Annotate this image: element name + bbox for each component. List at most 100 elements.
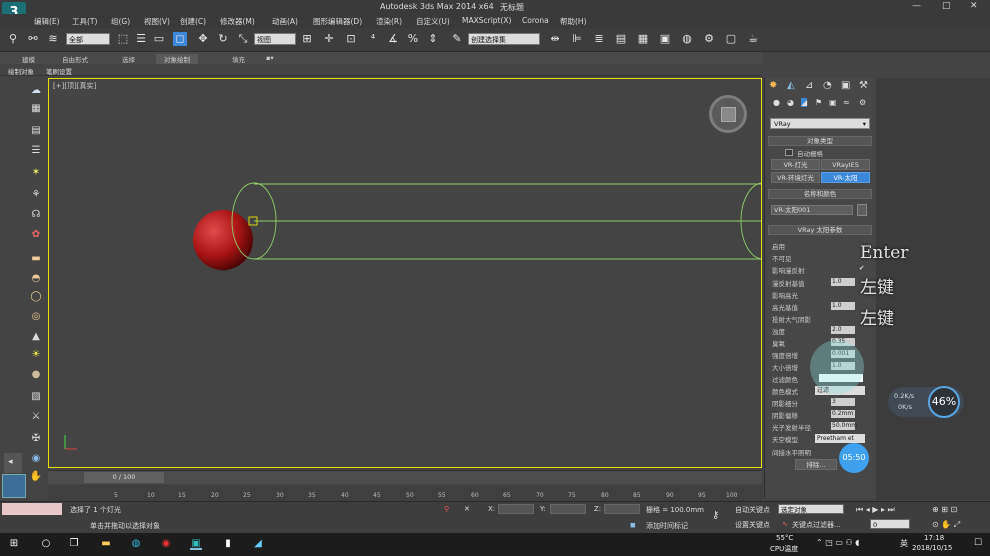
menu-animation[interactable]: 动画(A) <box>272 16 298 27</box>
unlink-icon[interactable]: ⚯ <box>26 32 40 46</box>
vr-light-button[interactable]: VR-灯光 <box>771 159 820 170</box>
shapes-icon[interactable]: ✿ <box>29 228 43 242</box>
rotate-icon[interactable]: ↻ <box>216 32 230 46</box>
ring-icon[interactable]: ◎ <box>29 310 43 324</box>
scale-icon[interactable]: ⤡ <box>236 32 250 46</box>
collapse-button[interactable]: ◂ <box>4 453 22 473</box>
ribbon-tab-populate[interactable]: 填充 <box>232 54 245 64</box>
utilities-tab-icon[interactable]: ⚒ <box>859 80 868 91</box>
menu-customize[interactable]: 自定义(U) <box>416 16 450 27</box>
ime-indicator[interactable]: 英 <box>900 538 908 549</box>
select-object-icon[interactable]: ⬚ <box>116 32 130 46</box>
time-tag-icon[interactable]: ◼ <box>630 521 636 529</box>
geometry-icon[interactable]: ● <box>773 98 780 107</box>
box-icon[interactable]: ▬ <box>29 252 43 266</box>
mirror-icon[interactable]: ⇹ <box>548 32 562 46</box>
dome-icon[interactable]: ◓ <box>29 272 43 286</box>
link-icon[interactable]: ⚲ <box>6 32 20 46</box>
diffuse-contribution-input[interactable]: 1.0 <box>831 278 855 286</box>
rect-selection-icon[interactable]: ▭ <box>152 32 166 46</box>
named-selection-icon[interactable]: ✎ <box>450 32 464 46</box>
app-icon-white[interactable]: ▮ <box>222 538 234 550</box>
bone-icon[interactable]: ⚔ <box>29 410 43 424</box>
ribbon-tab-object-paint[interactable]: 对象绘制 <box>156 54 198 64</box>
motion-tab-icon[interactable]: ◔ <box>823 80 832 91</box>
3dsmax-taskbar-icon[interactable]: ▣ <box>190 538 202 550</box>
minimize-button[interactable]: — <box>912 1 921 11</box>
display-icon[interactable]: ☁ <box>29 84 43 98</box>
systems-icon[interactable]: ⚙ <box>859 98 866 107</box>
bind-space-warp-icon[interactable]: ≋ <box>46 32 60 46</box>
close-button[interactable]: ✕ <box>970 1 978 11</box>
selected-dropdown[interactable]: 选定对象 <box>778 504 844 514</box>
menu-help[interactable]: 帮助(H) <box>560 16 587 27</box>
globe-icon[interactable]: ◉ <box>29 452 43 466</box>
ribbon-tab-selection[interactable]: 选择 <box>122 54 135 64</box>
selection-filter-dropdown[interactable]: 全部 <box>66 33 110 45</box>
tray-icons[interactable]: ⌃ ◳ ▭ ⚇ ◖ <box>816 538 859 547</box>
grid-icon[interactable]: ▧ <box>29 390 43 404</box>
render-setup-icon[interactable]: ⚙ <box>702 32 716 46</box>
star-icon[interactable]: ✶ <box>29 166 43 180</box>
sun-params-rollout-header[interactable]: VRay 太阳参数 <box>768 225 872 235</box>
hand-icon[interactable]: ✋ <box>29 470 43 484</box>
time-slider-bar[interactable]: 0 / 100 <box>48 470 762 484</box>
shadow-subdivs-input[interactable]: 3 <box>831 398 855 406</box>
angle-snap-icon[interactable]: ∡ <box>386 32 400 46</box>
z-coordinate-input[interactable] <box>604 504 640 514</box>
key-icon[interactable]: ⚷ <box>712 510 719 521</box>
viewport-top[interactable]: [+][顶][真实] <box>48 78 762 468</box>
sun-icon[interactable]: ☀ <box>29 348 43 362</box>
ribbon-tab-freeform[interactable]: 自由形式 <box>62 54 88 64</box>
snap-toggle-icon[interactable]: ⁴ <box>366 32 380 46</box>
track-bar[interactable]: 5 10 15 20 25 30 35 40 45 50 55 60 65 70… <box>48 485 762 501</box>
add-time-tag[interactable]: 添加时间标记 <box>646 521 688 531</box>
menu-edit[interactable]: 编辑(E) <box>34 16 60 27</box>
reference-coord-dropdown[interactable]: 视图 <box>254 33 296 45</box>
object-name-input[interactable]: VR-太阳001 <box>771 205 853 215</box>
viewport-nav-icons-2[interactable]: ⊙ ✋ ⤢ <box>932 520 960 530</box>
page-icon[interactable]: ▤ <box>29 124 43 138</box>
menu-maxscript[interactable]: MAXScript(X) <box>462 16 511 25</box>
shadow-bias-input[interactable]: 0.2mm <box>831 410 855 418</box>
wave-icon[interactable]: ☊ <box>29 208 43 222</box>
vr-ambient-light-button[interactable]: VR-环境灯光 <box>771 172 820 183</box>
cone-icon[interactable]: ▲ <box>29 330 43 344</box>
y-coordinate-input[interactable] <box>550 504 586 514</box>
menu-rendering[interactable]: 渲染(R) <box>376 16 402 27</box>
ribbon-tab-modeling[interactable]: 建模 <box>22 54 35 64</box>
list-icon[interactable]: ☰ <box>29 144 43 158</box>
spacewarps-icon[interactable]: ≈ <box>843 98 850 107</box>
clock-time[interactable]: 17:18 <box>924 534 944 542</box>
red-sphere[interactable] <box>193 210 253 270</box>
mini-listener-button[interactable] <box>2 474 26 498</box>
select-manipulate-icon[interactable]: ✛ <box>322 32 336 46</box>
menu-graph-editors[interactable]: 图形编辑器(D) <box>313 16 362 27</box>
network-monitor-widget[interactable]: 0.2K/s 0K/s 46% <box>888 386 964 418</box>
named-selection-dropdown[interactable]: 创建选择集 <box>468 33 540 45</box>
schematic-view-icon[interactable]: ▣ <box>658 32 672 46</box>
hierarchy-tab-icon[interactable]: ⊿ <box>805 80 813 91</box>
helpers-icon[interactable]: ▣ <box>829 98 837 107</box>
absolute-mode-icon[interactable]: ✕ <box>464 505 470 513</box>
sky-model-dropdown[interactable]: Preetham et <box>815 434 865 443</box>
cube-icon[interactable]: ▦ <box>29 102 43 116</box>
menu-modifiers[interactable]: 修改器(M) <box>220 16 255 27</box>
vr-sun-button[interactable]: VR-太阳 <box>821 172 870 183</box>
menu-create[interactable]: 创建(C) <box>180 16 206 27</box>
set-key-button[interactable]: 设置关键点 <box>735 520 770 530</box>
exclude-button[interactable]: 排除... <box>795 459 837 470</box>
name-color-rollout-header[interactable]: 名称和颜色 <box>768 189 872 199</box>
app-icon-red[interactable]: ◉ <box>160 538 172 550</box>
affect-diffuse-checkbox[interactable]: ✔ <box>859 264 864 272</box>
specular-contribution-input[interactable]: 1.0 <box>831 302 855 310</box>
maxscript-listener[interactable] <box>2 503 62 515</box>
vr-sun-gizmo[interactable] <box>231 182 762 260</box>
create-tab-icon[interactable]: ✸ <box>769 80 777 91</box>
align-icon[interactable]: ⊫ <box>570 32 584 46</box>
object-type-rollout-header[interactable]: 对象类型 <box>768 136 872 146</box>
x-coordinate-input[interactable] <box>498 504 534 514</box>
auto-key-button[interactable]: 自动关键点 <box>735 505 770 515</box>
browser-icon[interactable]: ◍ <box>130 538 142 550</box>
menu-views[interactable]: 视图(V) <box>144 16 170 27</box>
